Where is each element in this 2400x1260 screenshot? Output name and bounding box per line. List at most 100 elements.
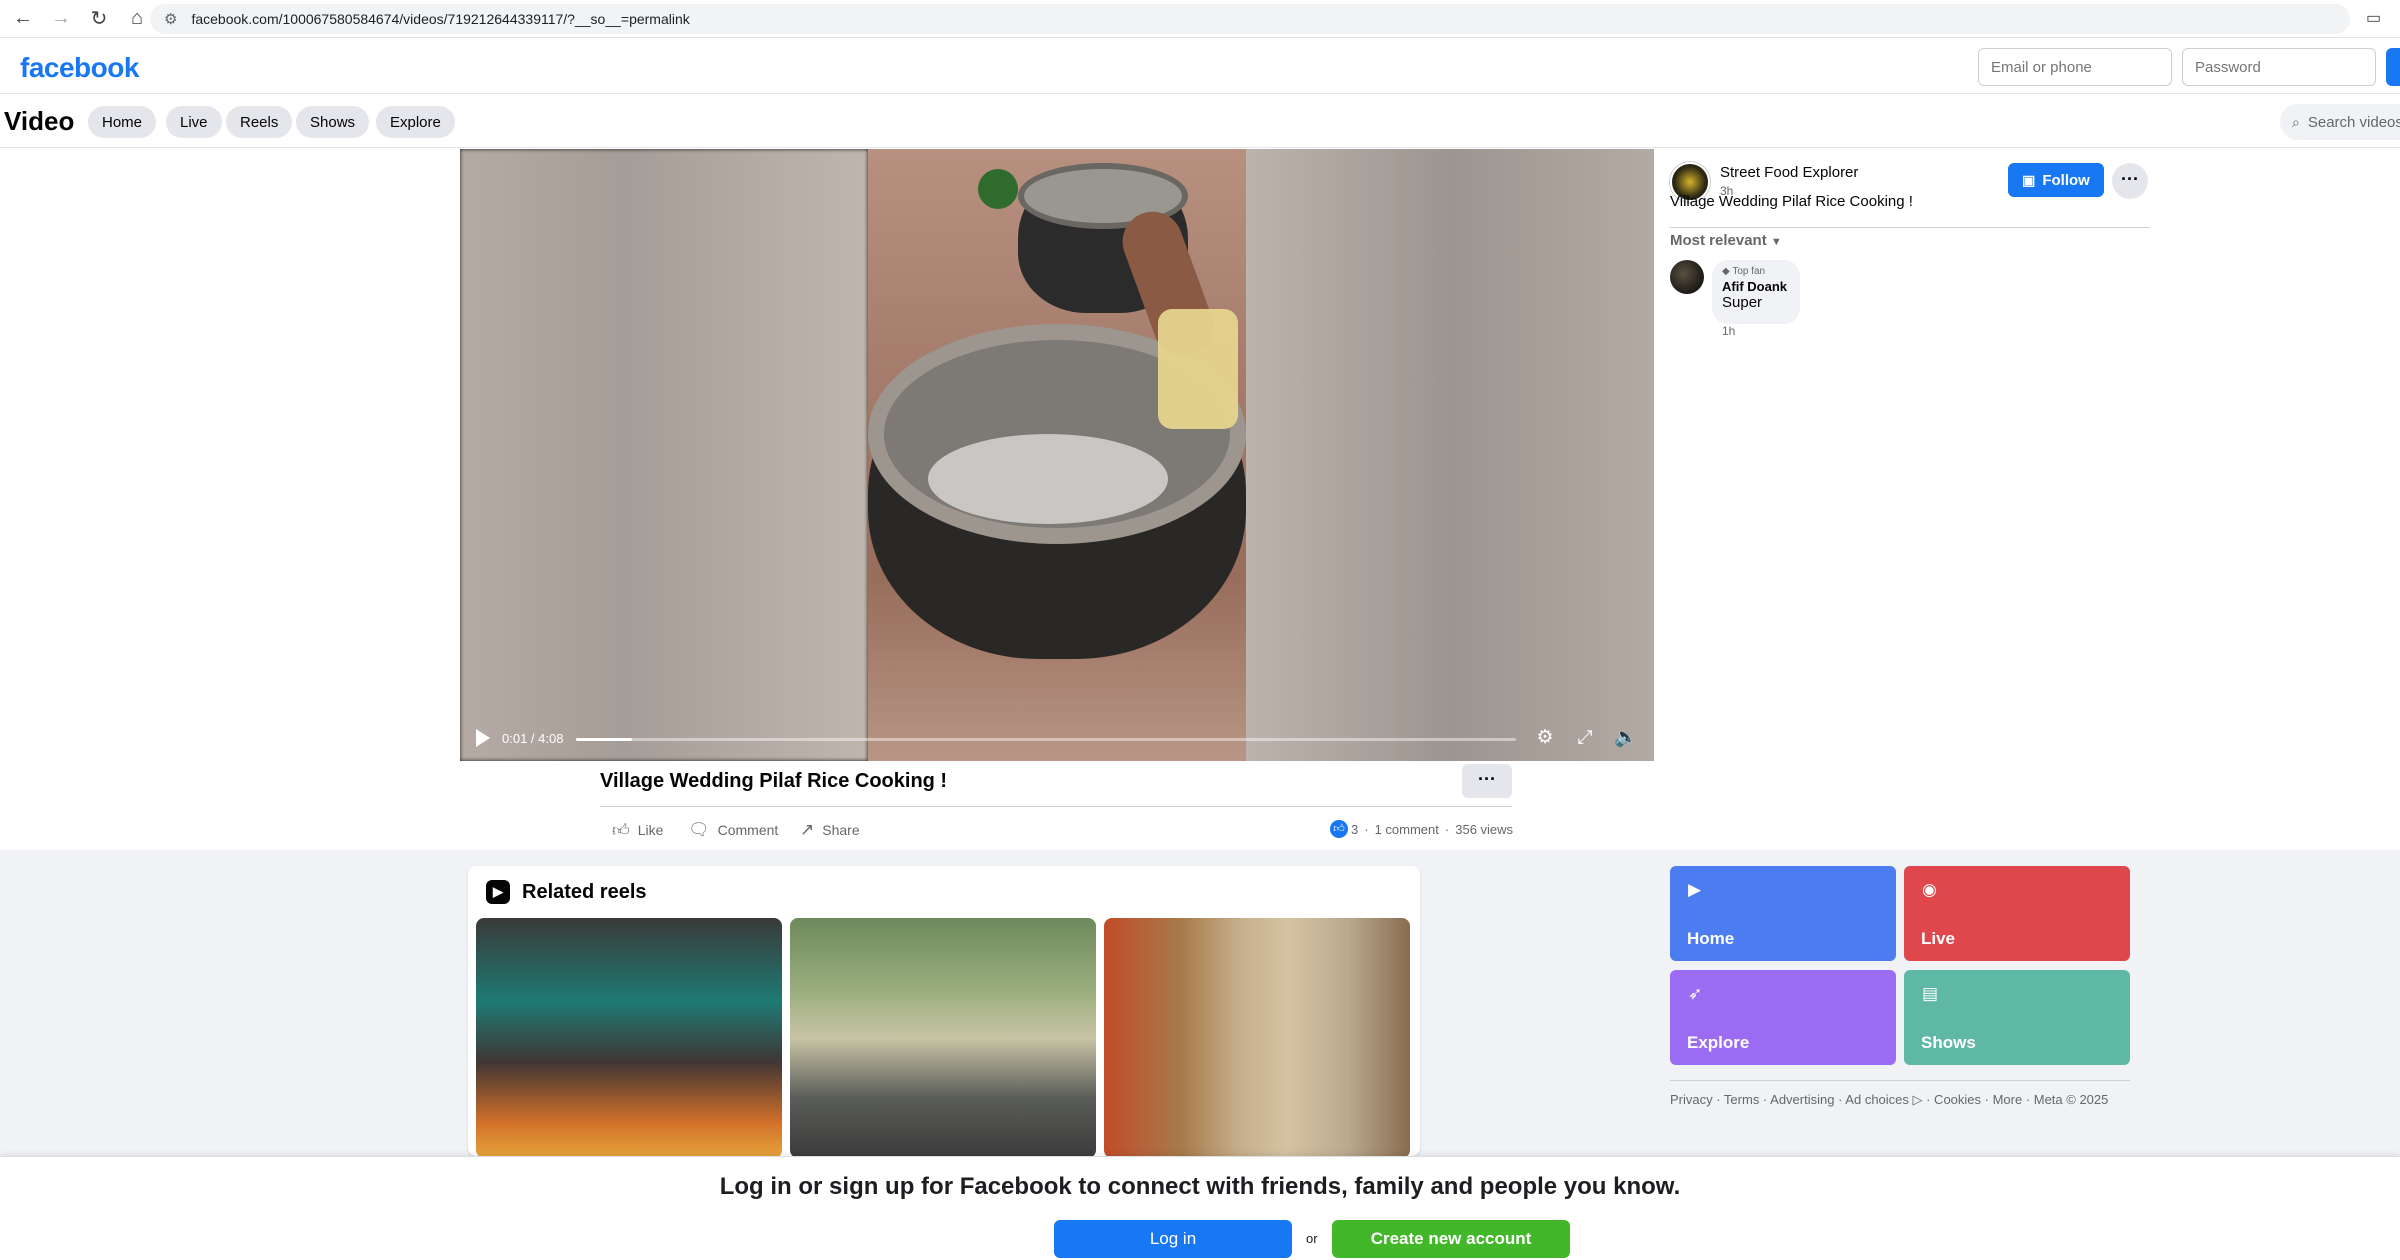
tab-live[interactable]: Live — [166, 106, 222, 138]
share-label: Share — [822, 822, 860, 838]
search-icon: ⌕ — [2292, 113, 2300, 130]
reaction-count[interactable]: 3 — [1351, 822, 1358, 837]
diamond-icon: ◆ — [1722, 266, 1730, 277]
video-leaf — [978, 169, 1018, 209]
reel-thumbnail[interactable] — [476, 918, 782, 1156]
follow-label: Follow — [2042, 171, 2090, 189]
play-icon[interactable] — [476, 729, 490, 747]
video-oil-jug — [1158, 309, 1238, 429]
comment-time[interactable]: 1h — [1722, 324, 1735, 338]
like-button[interactable]: 👍︎ Like — [612, 818, 663, 842]
mute-icon[interactable]: 🔈 — [1614, 727, 1638, 749]
related-reels-title: Related reels — [522, 880, 647, 903]
video-time: 0:01 / 4:08 — [502, 731, 564, 746]
tile-explore[interactable]: ➶ Explore — [1670, 970, 1896, 1065]
author-more-button[interactable]: ··· — [2112, 163, 2148, 199]
tile-label: Explore — [1687, 1033, 1750, 1052]
like-reaction-icon: 👍︎ — [1330, 820, 1348, 838]
top-fan-badge: ◆ Top fan — [1722, 266, 1790, 277]
like-label: Like — [637, 822, 664, 838]
tile-label: Live — [1921, 929, 1956, 948]
tab-shows[interactable]: Shows — [296, 106, 370, 138]
tile-label: Shows — [1921, 1033, 1976, 1052]
or-label: or — [1306, 1231, 1318, 1246]
tab-reels[interactable]: Reels — [226, 106, 293, 138]
related-reels-header: ▶ Related reels — [486, 880, 647, 904]
video-progress-fill — [576, 738, 633, 741]
related-reels-card: ▶ Related reels — [468, 866, 1420, 1156]
tab-explore[interactable]: Explore — [376, 106, 455, 138]
live-camera-icon: ◉ — [1922, 880, 1937, 899]
search-placeholder: Search videos — [2307, 113, 2400, 131]
reels-icon: ▶ — [486, 880, 510, 904]
reload-icon[interactable]: ↻ — [84, 4, 114, 34]
author-name[interactable]: Street Food Explorer — [1720, 164, 1858, 181]
home-icon[interactable]: ⌂ — [122, 4, 152, 34]
url-text: facebook.com/100067580584674/videos/7192… — [191, 11, 690, 27]
facebook-logo[interactable]: facebook — [20, 52, 139, 84]
comment-label: Comment — [717, 822, 779, 838]
footer-links[interactable]: Privacy · Terms · Advertising · Ad choic… — [1670, 1092, 2108, 1108]
video-subnav: Video Home Live Reels Shows Explore ⌕ Se… — [0, 94, 2400, 148]
create-account-button[interactable]: Create new account — [1332, 1220, 1570, 1258]
facebook-header: facebook — [0, 38, 2400, 94]
reel-thumbnail[interactable] — [1104, 918, 1410, 1156]
login-button[interactable]: Log in — [1054, 1220, 1292, 1258]
comment-count[interactable]: 1 comment — [1375, 822, 1439, 837]
email-field[interactable] — [1978, 48, 2172, 86]
post-caption: Village Wedding Pilaf Rice Cooking ! — [1670, 193, 1913, 210]
sort-label: Most relevant — [1670, 232, 1767, 249]
follow-icon: ▣ — [2022, 171, 2036, 188]
tab-home[interactable]: Home — [88, 106, 157, 138]
fullscreen-icon[interactable]: ⤢ — [1574, 727, 1596, 749]
share-icon: ↗ — [800, 820, 815, 839]
header-login-button[interactable] — [2386, 48, 2400, 86]
tile-live[interactable]: ◉ Live — [1904, 866, 2130, 961]
video-more-button[interactable]: ··· — [1462, 764, 1512, 798]
comment-sort-dropdown[interactable]: Most relevant ▼ — [1670, 232, 1782, 249]
password-field[interactable] — [2182, 48, 2376, 86]
video-frame — [868, 149, 1246, 761]
stats-separator: · — [1364, 821, 1369, 837]
tile-label: Home — [1687, 929, 1735, 948]
clapper-icon: ▤ — [1922, 984, 1939, 1003]
settings-gear-icon[interactable]: ⚙ — [1534, 727, 1556, 749]
follow-button[interactable]: ▣ Follow — [2008, 163, 2104, 197]
video-controls: 0:01 / 4:08 ⚙ ⤢ 🔈 — [460, 717, 1654, 761]
comment-bubble: ◆ Top fan Afif Doank Super — [1712, 260, 1800, 324]
comment-text: Super — [1722, 294, 1763, 311]
rocket-icon: ➶ — [1688, 984, 1703, 1003]
reel-thumbnail[interactable] — [790, 918, 1096, 1156]
thumbs-up-icon: 👍︎ — [612, 820, 630, 840]
tv-icon: ▶ — [1688, 880, 1702, 899]
back-icon[interactable]: ← — [8, 4, 38, 34]
video-blur-right — [1246, 149, 1654, 761]
share-button[interactable]: ↗ Share — [800, 818, 860, 842]
cast-icon[interactable]: ▭ — [2366, 8, 2386, 28]
forward-icon[interactable]: → — [46, 4, 76, 34]
page-title: Video — [4, 106, 75, 136]
video-blur-left — [460, 149, 868, 761]
tile-home[interactable]: ▶ Home — [1670, 866, 1896, 961]
browser-toolbar: ← → ↻ ⌂ ⚙ facebook.com/100067580584674/v… — [0, 0, 2400, 38]
search-videos-input[interactable]: ⌕ Search videos — [2280, 104, 2400, 140]
login-prompt-text: Log in or sign up for Facebook to connec… — [719, 1173, 1681, 1200]
video-progress-bar[interactable] — [576, 738, 1516, 741]
tile-shows[interactable]: ▤ Shows — [1904, 970, 2130, 1065]
comment-button[interactable]: 🗨︎ Comment — [688, 818, 778, 842]
comment-author[interactable]: Afif Doank — [1722, 279, 1790, 294]
commenter-avatar[interactable] — [1670, 260, 1704, 294]
divider — [1670, 227, 2150, 228]
stats-separator: · — [1444, 821, 1450, 837]
post-stats: 👍︎ 3 · 1 comment · 356 views — [1330, 818, 1513, 840]
video-player[interactable]: 0:01 / 4:08 ⚙ ⤢ 🔈 — [460, 149, 1654, 761]
address-bar[interactable]: ⚙ facebook.com/100067580584674/videos/71… — [150, 4, 2350, 34]
post-side-panel — [1654, 149, 2400, 849]
chevron-down-icon: ▼ — [1770, 236, 1782, 248]
login-banner: Log in or sign up for Facebook to connec… — [0, 1156, 2400, 1260]
divider — [1670, 1080, 2130, 1081]
site-settings-icon[interactable]: ⚙ — [164, 10, 177, 28]
top-fan-label: Top fan — [1732, 266, 1766, 277]
video-pot-liquid — [928, 434, 1168, 524]
view-count: 356 views — [1455, 821, 1514, 837]
